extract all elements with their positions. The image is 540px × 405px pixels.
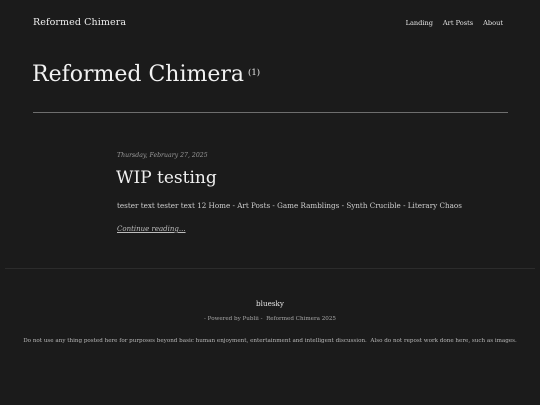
powered-by-text: - Powered by Publii - Reformed Chimera 2…	[204, 316, 336, 322]
nav-item-landing[interactable]: Landing	[406, 19, 433, 27]
post-date: Thursday, February 27, 2025	[117, 152, 208, 159]
page-title: Reformed Chimera (1)	[32, 62, 260, 87]
site-title-link[interactable]: Reformed Chimera	[33, 17, 126, 28]
post-count: (1)	[248, 68, 261, 78]
site-header: Reformed Chimera Landing Art Posts About	[0, 0, 540, 46]
continue-reading-link[interactable]: Continue reading...	[117, 225, 186, 233]
post-title-link[interactable]: WIP testing	[116, 168, 217, 188]
nav-item-art-posts[interactable]: Art Posts	[443, 19, 473, 27]
footer-divider	[5, 268, 535, 269]
main-nav: Landing Art Posts About	[406, 19, 503, 27]
post-excerpt: tester text tester text 12 Home - Art Po…	[117, 201, 462, 210]
bluesky-link[interactable]: bluesky	[256, 299, 284, 308]
page-title-text: Reformed Chimera	[32, 62, 244, 87]
footer-disclaimer: Do not use any thing posted here for pur…	[23, 338, 517, 344]
footer-social: bluesky	[0, 299, 540, 308]
title-divider	[33, 112, 508, 113]
nav-item-about[interactable]: About	[483, 19, 503, 27]
